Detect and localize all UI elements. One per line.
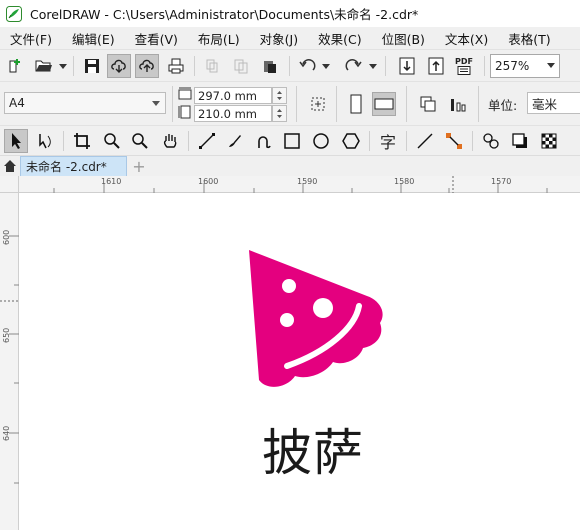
cut-icon[interactable] — [200, 54, 224, 78]
menu-edit[interactable]: 编辑(E) — [62, 29, 125, 48]
rectangle-tool-icon[interactable] — [280, 129, 304, 153]
property-bar: A4 297.0 mm 210.0 mm 单位: 毫米 — [0, 81, 580, 125]
height-stepper[interactable] — [272, 105, 287, 122]
zoom-level-select[interactable]: 257% — [490, 54, 560, 78]
portrait-icon[interactable] — [344, 92, 368, 116]
page-height-field[interactable]: 210.0 mm — [194, 105, 272, 122]
menu-layout[interactable]: 布局(L) — [188, 29, 250, 48]
menu-view[interactable]: 查看(V) — [125, 29, 188, 48]
ruler-label: 1590 — [297, 177, 318, 186]
current-page-icon[interactable] — [446, 92, 470, 116]
ruler-label: 1570 — [491, 177, 512, 186]
cloud-download-icon[interactable] — [107, 54, 131, 78]
vertical-ruler[interactable]: 600 650 640 — [0, 193, 19, 530]
landscape-icon[interactable] — [372, 92, 396, 116]
pizza-slice-icon[interactable] — [247, 248, 387, 393]
text-tool-icon[interactable]: 字 — [376, 129, 400, 153]
menu-text[interactable]: 文本(X) — [435, 29, 498, 48]
chevron-down-icon — [152, 101, 160, 106]
ruler-label: 650 — [2, 327, 11, 343]
crop-tool-icon[interactable] — [70, 129, 94, 153]
menu-bar: 文件(F) 编辑(E) 查看(V) 布局(L) 对象(J) 效果(C) 位图(B… — [0, 27, 580, 49]
page-width-field[interactable]: 297.0 mm — [194, 87, 272, 104]
menu-table[interactable]: 表格(T) — [498, 29, 560, 48]
pdf-icon[interactable]: PDF — [452, 54, 476, 78]
ellipse-tool-icon[interactable] — [309, 129, 333, 153]
shape-tool-icon[interactable] — [33, 129, 57, 153]
ruler-label: 1600 — [198, 177, 219, 186]
standard-toolbar: PDF 257% — [0, 49, 580, 81]
paste-icon[interactable] — [258, 54, 282, 78]
pick-tool-icon[interactable] — [4, 129, 28, 153]
menu-effects[interactable]: 效果(C) — [308, 29, 371, 48]
title-bar: CorelDRAW - C:\Users\Administrator\Docum… — [0, 0, 580, 27]
polygon-tool-icon[interactable] — [339, 129, 363, 153]
add-tab-button[interactable]: + — [129, 156, 149, 176]
ruler-label: 1580 — [394, 177, 415, 186]
all-pages-icon[interactable] — [416, 92, 440, 116]
ruler-origin[interactable] — [0, 176, 19, 193]
menu-file[interactable]: 文件(F) — [0, 29, 62, 48]
zoom-out-icon[interactable] — [128, 129, 152, 153]
page-width-icon — [178, 87, 192, 100]
brand-text[interactable]: 披萨 — [262, 413, 364, 485]
dimension-tool-icon[interactable] — [413, 129, 437, 153]
drawing-canvas[interactable]: 披萨 — [19, 193, 580, 530]
unit-select[interactable]: 毫米 — [527, 92, 580, 114]
zoom-tool-icon[interactable] — [100, 129, 124, 153]
transparency-icon[interactable] — [537, 129, 561, 153]
page-height-icon — [178, 105, 191, 119]
ruler-label: 640 — [2, 425, 11, 441]
blend-tool-icon[interactable] — [479, 129, 503, 153]
open-dropdown-icon[interactable] — [59, 54, 67, 78]
open-icon[interactable] — [32, 54, 56, 78]
coreldraw-logo-icon — [6, 5, 22, 22]
new-document-icon[interactable] — [4, 54, 28, 78]
tab-document[interactable]: 未命名 -2.cdr* — [20, 156, 127, 176]
redo-icon[interactable] — [341, 54, 365, 78]
horizontal-ruler[interactable]: 1610 1600 1590 1580 1570 — [19, 176, 580, 193]
chevron-down-icon — [547, 63, 555, 68]
drop-shadow-icon[interactable] — [508, 129, 532, 153]
crosshair-icon[interactable] — [306, 92, 330, 116]
page-size-select[interactable]: A4 — [4, 92, 166, 114]
import-icon[interactable] — [395, 54, 419, 78]
artistic-media-icon[interactable] — [223, 129, 247, 153]
undo-dropdown-icon[interactable] — [322, 54, 330, 78]
print-icon[interactable] — [164, 54, 188, 78]
ruler-label: 1610 — [101, 177, 122, 186]
toolbox: 字 — [0, 125, 580, 155]
cloud-upload-icon[interactable] — [135, 54, 159, 78]
home-icon[interactable] — [0, 156, 20, 176]
undo-icon[interactable] — [296, 54, 320, 78]
bezier-curve-icon[interactable] — [252, 129, 276, 153]
window-title: CorelDRAW - C:\Users\Administrator\Docum… — [30, 7, 419, 22]
freehand-tool-icon[interactable] — [195, 129, 219, 153]
menu-object[interactable]: 对象(J) — [250, 29, 308, 48]
copy-icon[interactable] — [229, 54, 253, 78]
ruler-label: 600 — [2, 229, 11, 245]
width-stepper[interactable] — [272, 87, 287, 104]
redo-dropdown-icon[interactable] — [369, 54, 377, 78]
document-tab-bar: 未命名 -2.cdr* + — [0, 155, 580, 176]
pan-tool-icon[interactable] — [158, 129, 182, 153]
menu-bitmaps[interactable]: 位图(B) — [372, 29, 435, 48]
export-icon[interactable] — [424, 54, 448, 78]
connector-tool-icon[interactable] — [442, 129, 466, 153]
save-icon[interactable] — [80, 54, 104, 78]
unit-label: 单位: — [488, 98, 518, 113]
